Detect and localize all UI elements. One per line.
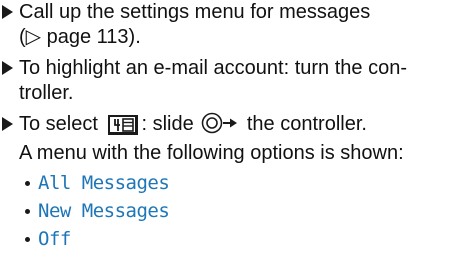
option-all-messages: All Messages <box>38 172 170 194</box>
step-text: To select : slide the controller. <box>19 112 450 141</box>
bullet-dot <box>25 208 30 214</box>
list-item: All Messages <box>19 169 170 197</box>
bullet-dot <box>25 180 30 186</box>
option-off: Off <box>38 228 71 250</box>
step-arrow-icon <box>2 61 13 75</box>
step-select-menu: To select : slide the controller. A menu… <box>0 112 450 166</box>
step-text: To highlight an e-mail account: turn the… <box>19 57 407 79</box>
step-suffix: the controller. <box>246 113 367 135</box>
step-arrow-icon <box>2 5 13 19</box>
step-prefix: To select <box>19 113 98 135</box>
bullet-dot <box>25 236 30 242</box>
page-reference: (▷ page 113). <box>19 26 141 48</box>
step-text-continued: A menu with the following options is sho… <box>19 142 404 164</box>
step-middle: : slide <box>141 113 194 135</box>
option-list: All Messages New Messages Off <box>19 169 170 253</box>
step-highlight-account: To highlight an e-mail account: turn the… <box>0 56 450 106</box>
step-arrow-icon <box>2 117 13 131</box>
step-text: Call up the settings menu for messages <box>19 1 371 23</box>
menu-list-icon <box>107 115 138 135</box>
list-item: Off <box>19 225 169 253</box>
instruction-page: Call up the settings menu for messages (… <box>0 0 458 258</box>
option-new-messages: New Messages <box>38 200 170 222</box>
step-text-continued: troller. <box>19 82 74 104</box>
step-call-up-settings: Call up the settings menu for messages (… <box>0 0 450 50</box>
controller-slide-right-icon <box>201 112 239 141</box>
list-item: New Messages <box>19 197 170 225</box>
